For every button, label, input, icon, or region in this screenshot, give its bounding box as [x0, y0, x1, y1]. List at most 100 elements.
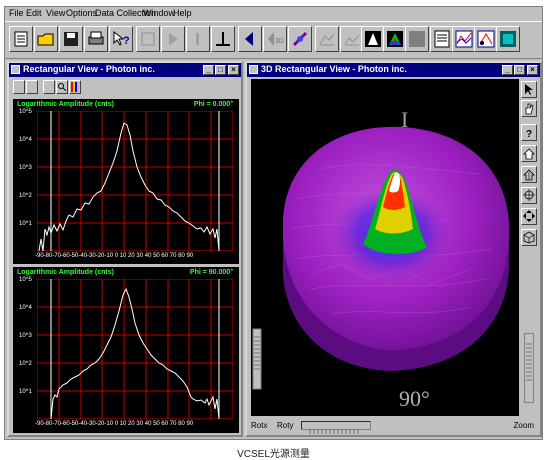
- x-tick-labels: -90-80-70-60-50-40-30-20-10 0 10 20 30 4…: [35, 253, 194, 259]
- rectangular-view-titlebar[interactable]: Rectangular View - Photon inc. _ □ ×: [9, 63, 241, 77]
- plot-ylabel: Logarithmic Amplitude (cnts): [17, 101, 114, 108]
- open-button[interactable]: [34, 26, 58, 52]
- menu-window[interactable]: Window: [143, 8, 175, 18]
- move-tool-button[interactable]: [521, 208, 537, 225]
- y-tick: 10^5: [19, 277, 32, 283]
- pointer-tool-button[interactable]: [521, 81, 537, 98]
- plot-phi: Phi = 90.000°: [189, 269, 233, 276]
- 3d-view-titlebar[interactable]: 3D Rectangular View - Photon inc. _ □ ×: [247, 63, 540, 77]
- perpendicular-icon: [216, 32, 230, 46]
- color-scale-button[interactable]: [69, 80, 81, 94]
- maximize-button[interactable]: □: [514, 65, 525, 75]
- perpendicular-button[interactable]: [211, 26, 235, 52]
- menu-options[interactable]: Options: [66, 8, 97, 18]
- disabled-tool-button[interactable]: [136, 26, 160, 52]
- y-tick: 10^1: [19, 221, 32, 227]
- play-button[interactable]: [161, 26, 185, 52]
- report-button[interactable]: [430, 26, 454, 52]
- plot-area-phi-0: [37, 111, 233, 251]
- question-icon: ?: [526, 129, 532, 139]
- chart-button[interactable]: [452, 26, 476, 52]
- y-tick: 10^3: [19, 165, 32, 171]
- arrow-pointer-icon: [525, 84, 533, 95]
- home-tool-button[interactable]: [521, 145, 537, 162]
- svg-text:?: ?: [526, 129, 532, 139]
- close-button[interactable]: ×: [527, 65, 538, 75]
- gray-block-button[interactable]: [405, 26, 429, 52]
- zoom-small-button[interactable]: [56, 80, 68, 94]
- roty-label[interactable]: Roty: [277, 421, 293, 430]
- y-tick: 10^4: [19, 137, 32, 143]
- pause-button[interactable]: [186, 26, 210, 52]
- new-button[interactable]: [9, 26, 33, 52]
- maximize-button[interactable]: □: [215, 65, 226, 75]
- surface-alt-icon: [344, 34, 360, 46]
- play-icon: [169, 33, 178, 45]
- y-tick: 10^1: [19, 389, 32, 395]
- surface-button[interactable]: [315, 26, 339, 52]
- export-icon: [500, 31, 516, 47]
- hand-icon: [525, 103, 534, 115]
- cube-tool-button[interactable]: [521, 229, 537, 246]
- vertical-slider-left[interactable]: [252, 328, 262, 390]
- satellite-button[interactable]: [288, 26, 312, 52]
- window-menu-icon[interactable]: [11, 65, 20, 74]
- profile-icon: [365, 31, 381, 47]
- profile-button[interactable]: [361, 26, 385, 52]
- plot-phi: Phi = 0.000°: [193, 101, 233, 108]
- menu-edit[interactable]: Edit: [26, 8, 42, 18]
- y-tick: 10^3: [19, 333, 32, 339]
- print-icon: [88, 31, 104, 45]
- 3d-view-button[interactable]: 3D: [263, 26, 287, 52]
- menu-file[interactable]: File: [9, 8, 24, 18]
- window-menu-icon[interactable]: [249, 65, 258, 74]
- home-icon: [523, 148, 535, 160]
- rotate-icon: [523, 189, 535, 201]
- gray-block-icon: [409, 31, 425, 47]
- 3d-surface-canvas[interactable]: I 90°: [251, 79, 519, 416]
- minimize-button[interactable]: _: [502, 65, 513, 75]
- rainbow-button[interactable]: [383, 26, 407, 52]
- context-help-button[interactable]: ?: [109, 26, 133, 52]
- save-icon: [64, 32, 78, 46]
- x-tick-labels: -90-80-70-60-50-40-30-20-10 0 10 20 30 4…: [35, 421, 194, 427]
- report-icon: [434, 30, 450, 48]
- close-button[interactable]: ×: [228, 65, 239, 75]
- y-tick: 10^5: [19, 109, 32, 115]
- play-small-button[interactable]: [13, 80, 25, 94]
- hand-tool-button[interactable]: [521, 100, 537, 117]
- profile-curve-phi-0: [38, 122, 220, 251]
- measure-icon: [477, 30, 495, 48]
- step-small-button[interactable]: [26, 80, 38, 94]
- svg-text:3D: 3D: [275, 38, 284, 45]
- minimize-button[interactable]: _: [203, 65, 214, 75]
- rotx-label[interactable]: Rotx: [251, 421, 267, 430]
- slider-grip-icon: [526, 343, 532, 381]
- satellite-icon: [292, 31, 308, 47]
- pause-icon: [196, 33, 199, 45]
- roty-slider[interactable]: [301, 421, 371, 434]
- amplitude-plot-phi-0: Logarithmic Amplitude (cnts) Phi = 0.000…: [13, 99, 239, 264]
- rotate-tool-button[interactable]: [521, 187, 537, 204]
- menu-view[interactable]: View: [46, 8, 65, 18]
- 3d-icon: 3D: [268, 32, 284, 46]
- help-tool-button[interactable]: ?: [521, 124, 537, 141]
- vertical-slider-right[interactable]: [524, 333, 534, 403]
- amplitude-plot-phi-90: Logarithmic Amplitude (cnts) Phi = 90.00…: [13, 267, 239, 433]
- house-view-button[interactable]: [521, 166, 537, 183]
- export-button[interactable]: [496, 26, 520, 52]
- house-view-icon: [523, 169, 535, 181]
- back-button[interactable]: [238, 26, 262, 52]
- chart-icon: [455, 30, 473, 48]
- rectangular-view-window: Rectangular View - Photon inc. _ □ × Log…: [7, 61, 243, 437]
- save-button[interactable]: [59, 26, 83, 52]
- move-arrows-icon: [523, 210, 535, 222]
- zoom-label[interactable]: Zoom: [514, 421, 534, 430]
- menu-help[interactable]: Help: [173, 8, 192, 18]
- y-tick: 10^2: [19, 193, 32, 199]
- peak-small-button[interactable]: [43, 80, 55, 94]
- measure-button[interactable]: [474, 26, 498, 52]
- rectangular-view-title: Rectangular View - Photon inc.: [23, 64, 155, 74]
- new-icon: [14, 31, 28, 47]
- print-button[interactable]: [84, 26, 108, 52]
